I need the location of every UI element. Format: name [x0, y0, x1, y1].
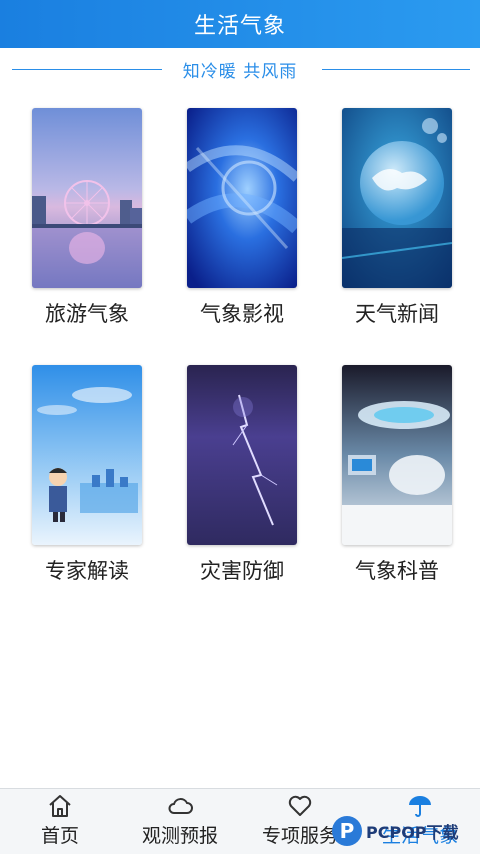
globe-photo	[342, 108, 452, 288]
heart-icon	[286, 793, 314, 819]
tile-label: 气象影视	[200, 302, 284, 326]
nav-label: 专项服务	[261, 825, 338, 847]
nav-label: 观测预报	[141, 825, 218, 847]
tile-weather-tv[interactable]: 气象影视	[187, 108, 297, 326]
nav-observation-forecast[interactable]: 观测预报	[120, 789, 240, 854]
ferris-wheel-photo	[32, 108, 142, 288]
slogan-text: 知冷暖 共风雨	[182, 61, 298, 82]
tile-label: 灾害防御	[200, 559, 284, 583]
tile-label: 天气新闻	[355, 302, 439, 326]
page-title: 生活气象	[193, 14, 286, 39]
slogan-row: 知冷暖 共风雨	[0, 56, 480, 82]
tile-weather-science[interactable]: 气象科普	[342, 365, 452, 583]
watermark: P PCPOP下载	[332, 808, 480, 854]
tile-expert-interpretation[interactable]: 专家解读	[32, 365, 142, 583]
top-bar: 生活气象	[0, 0, 480, 48]
tile-label: 气象科普	[355, 559, 439, 583]
home-icon	[46, 793, 74, 819]
watermark-logo-icon: P	[332, 816, 362, 846]
slogan-divider-left	[12, 69, 162, 70]
expert-cartoon-photo	[32, 365, 142, 545]
tile-disaster-defense[interactable]: 灾害防御	[187, 365, 297, 583]
nav-label: 首页	[40, 825, 79, 847]
tile-travel-weather[interactable]: 旅游气象	[32, 108, 142, 326]
tile-label: 专家解读	[45, 559, 129, 583]
cloud-icon	[166, 793, 194, 819]
tile-label: 旅游气象	[45, 302, 129, 326]
watermark-text: PCPOP下载	[366, 823, 459, 842]
lightning-photo	[187, 365, 297, 545]
slogan-divider-right	[322, 69, 470, 70]
blue-abstract-photo	[187, 108, 297, 288]
science-hall-photo	[342, 365, 452, 545]
tile-weather-news[interactable]: 天气新闻	[342, 108, 452, 326]
nav-home[interactable]: 首页	[0, 789, 120, 854]
